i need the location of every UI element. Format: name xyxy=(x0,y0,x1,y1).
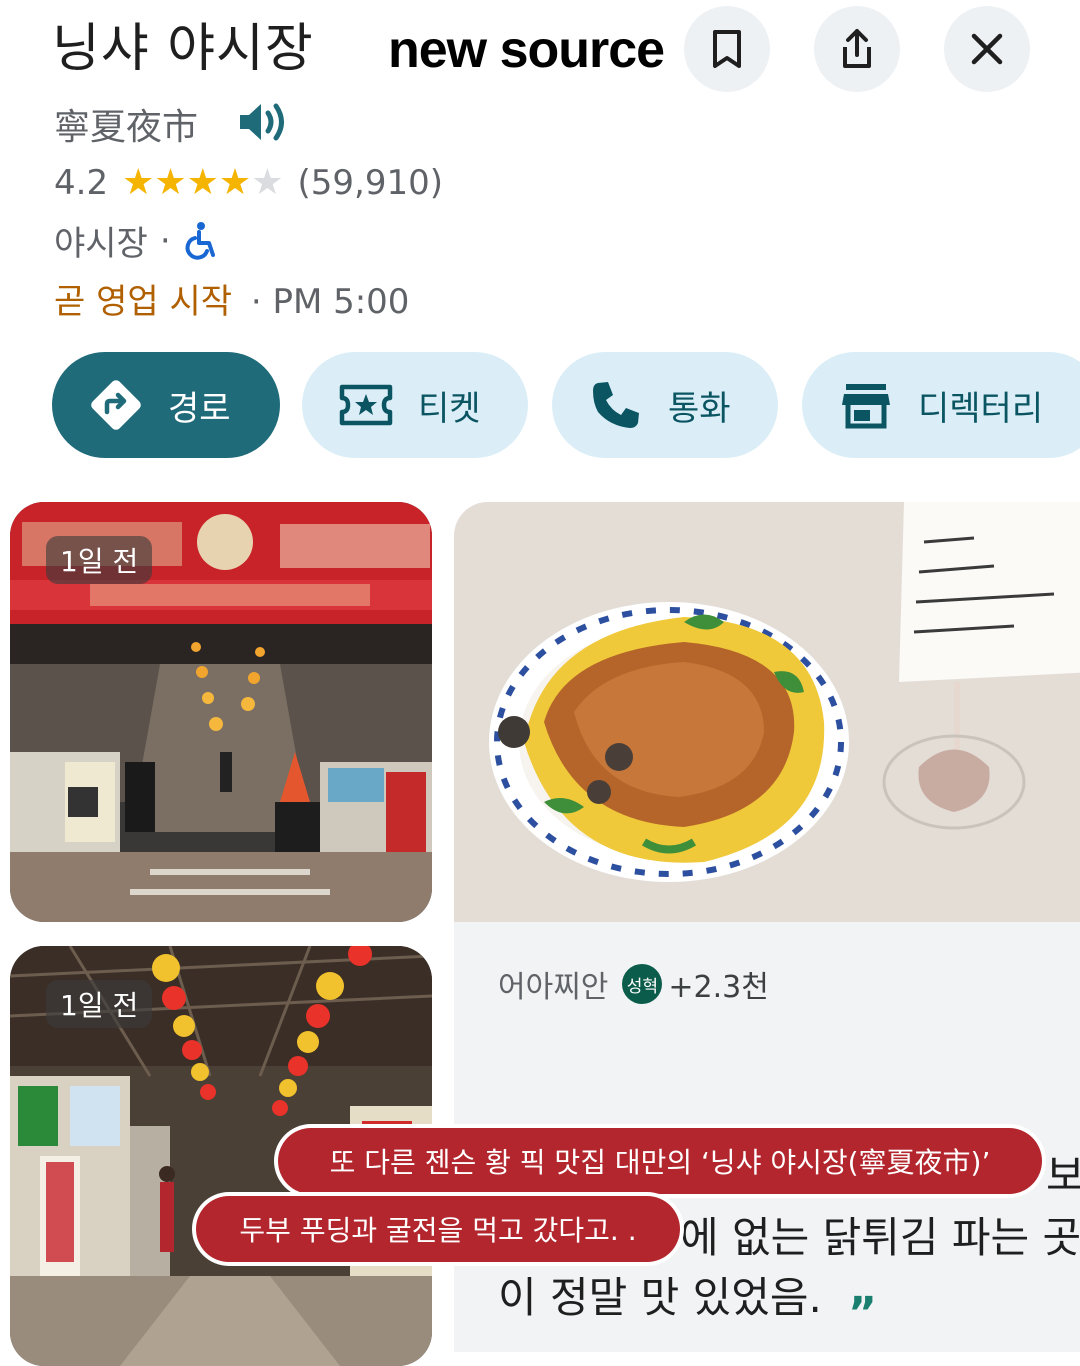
tickets-label: 티켓 xyxy=(418,388,481,429)
bookmark-icon xyxy=(713,30,741,68)
directory-button[interactable]: 디렉터리 xyxy=(802,352,1080,458)
pronunciation-button[interactable] xyxy=(236,98,290,146)
place-subtitle: 寧夏夜市 xyxy=(54,107,199,148)
caption-banner: 또 다른 젠슨 황 픽 맛집 대만의 ‘닝샤 야시장(寧夏夜市)’ xyxy=(278,1128,1042,1194)
photo-market-entrance[interactable]: 1일 전 xyxy=(10,502,432,922)
reviewer-row: 어아찌안 성혁 +2.3천 xyxy=(498,962,769,1006)
ticket-icon xyxy=(336,375,396,435)
share-icon xyxy=(843,29,871,68)
photo-oyster-omelette[interactable] xyxy=(454,502,1080,922)
directions-button[interactable]: 경로 xyxy=(52,352,280,458)
review-count: (59,910) xyxy=(297,163,443,203)
category-label: 야시장 xyxy=(54,224,148,264)
review-text-line: 이 정말 맛 있었음. xyxy=(498,1273,822,1322)
storefront-icon xyxy=(836,375,896,435)
call-button[interactable]: 통화 xyxy=(552,352,778,458)
close-button[interactable] xyxy=(944,6,1030,92)
hours-row[interactable]: 곧 영업 시작 · PM 5:00 xyxy=(54,274,409,323)
separator: · xyxy=(159,220,171,261)
rating-row[interactable]: 4.2 ★ ★ ★ ★ ★ (59,910) xyxy=(54,160,443,206)
speaker-icon xyxy=(240,103,284,141)
caption-banner: 두부 푸딩과 굴전을 먹고 갔다고. . xyxy=(196,1196,680,1262)
phone-icon xyxy=(586,375,646,435)
star-icon: ★ xyxy=(122,162,155,203)
category-row: 야시장 · xyxy=(54,216,217,265)
star-icon: ★ xyxy=(154,162,187,203)
quote-icon: ” xyxy=(848,1288,877,1339)
opening-time: · PM 5:00 xyxy=(250,282,410,322)
open-status: 곧 영업 시작 xyxy=(54,282,233,322)
share-button[interactable] xyxy=(814,6,900,92)
tickets-button[interactable]: 티켓 xyxy=(302,352,528,458)
avatar: 성혁 xyxy=(622,964,663,1004)
review-text-line: 에 없는 닭튀김 파는 곳 xyxy=(680,1213,1080,1262)
call-label: 통화 xyxy=(668,388,731,429)
watermark-logo: new source xyxy=(388,21,665,79)
review-text-line: 보 xyxy=(1046,1151,1080,1200)
star-icon: ★ xyxy=(186,162,219,203)
more-reviews-count: +2.3천 xyxy=(668,970,769,1005)
directions-label: 경로 xyxy=(168,388,231,429)
reviewer-name: 어아찌안 xyxy=(498,970,609,1005)
star-icon: ★ xyxy=(218,162,252,203)
photo-time-badge: 1일 전 xyxy=(46,980,153,1028)
directory-label: 디렉터리 xyxy=(918,388,1044,429)
page-title: 닝샤 야시장 xyxy=(52,19,314,79)
oyster-omelette-photo xyxy=(454,502,1080,922)
save-button[interactable] xyxy=(684,6,770,92)
photo-time-badge: 1일 전 xyxy=(46,536,153,584)
rating-stars: ★ ★ ★ ★ ★ xyxy=(122,165,283,201)
rating-value: 4.2 xyxy=(54,163,109,203)
close-icon xyxy=(971,33,1003,65)
star-empty-icon: ★ xyxy=(251,162,284,203)
wheelchair-icon xyxy=(185,221,215,260)
directions-icon xyxy=(86,375,146,435)
